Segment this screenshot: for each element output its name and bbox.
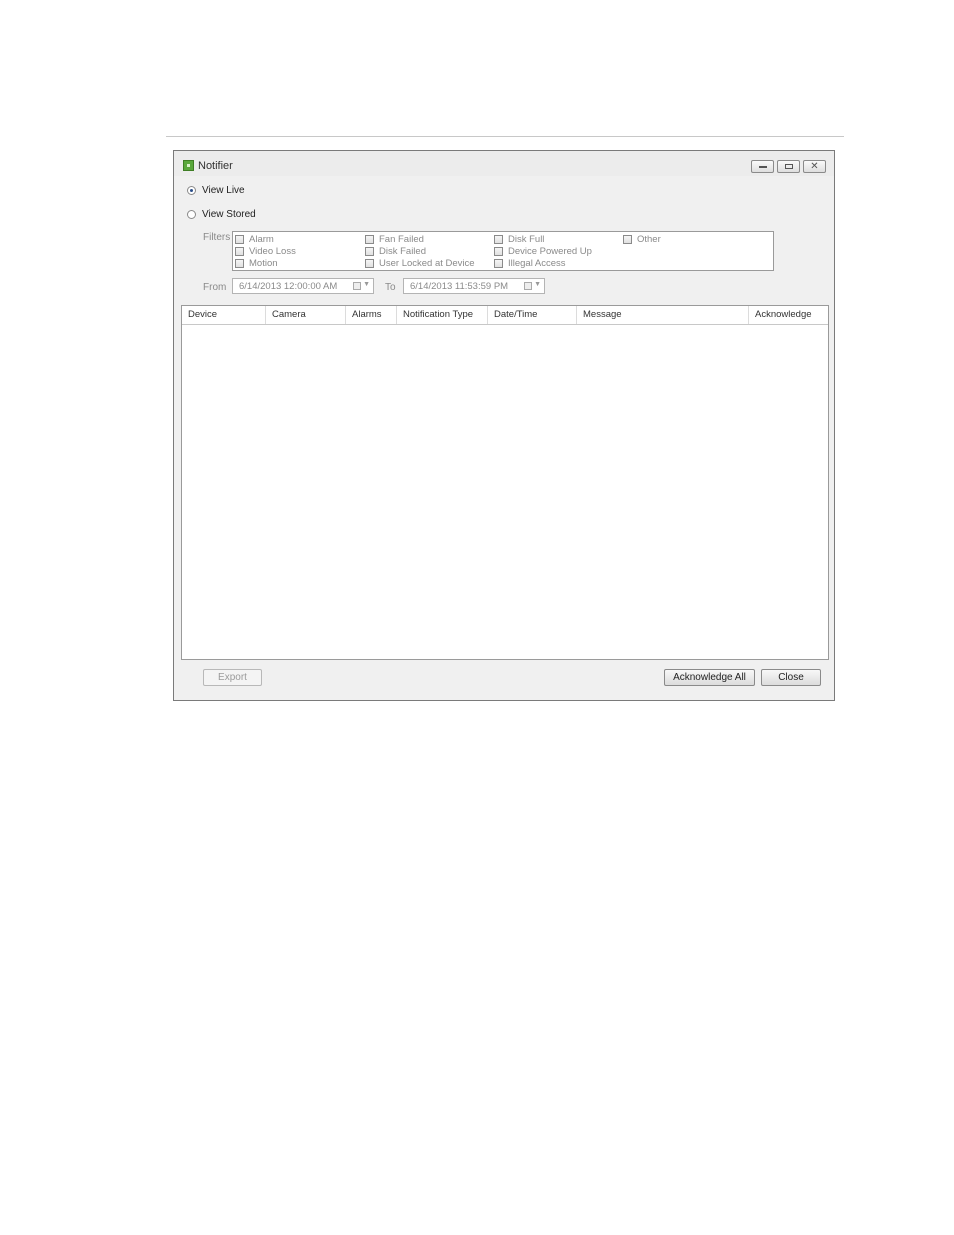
checkbox-box[interactable] — [365, 258, 374, 268]
close-window-button[interactable]: ✕ — [803, 160, 826, 173]
filter-video-loss-checkbox[interactable]: Video Loss — [235, 245, 296, 257]
calendar-icon[interactable] — [524, 282, 532, 290]
filter-label: Disk Full — [508, 233, 545, 245]
filter-label: Other — [637, 233, 661, 245]
filter-disk-failed-checkbox[interactable]: Disk Failed — [365, 245, 426, 257]
filter-label: Disk Failed — [379, 245, 426, 257]
maximize-icon — [785, 164, 793, 169]
radio-indicator[interactable] — [187, 209, 196, 219]
checkbox-box[interactable] — [235, 258, 244, 268]
column-header-message[interactable]: Message — [577, 306, 749, 324]
checkbox-box[interactable] — [235, 234, 244, 244]
filter-label: Video Loss — [249, 245, 296, 257]
filters-label: Filters — [203, 232, 231, 243]
filter-label: Fan Failed — [379, 233, 424, 245]
column-header-alarms[interactable]: Alarms — [346, 306, 397, 324]
filter-user-locked-checkbox[interactable]: User Locked at Device — [365, 257, 475, 269]
from-date-value: 6/14/2013 12:00:00 AM — [239, 281, 338, 292]
column-header-acknowledge[interactable]: Acknowledge — [749, 306, 828, 324]
filter-label: Motion — [249, 257, 278, 269]
filter-other-checkbox[interactable]: Other — [623, 233, 661, 245]
filter-fan-failed-checkbox[interactable]: Fan Failed — [365, 233, 424, 245]
filter-alarm-checkbox[interactable]: Alarm — [235, 233, 274, 245]
to-label: To — [385, 282, 396, 293]
to-date-picker[interactable]: 6/14/2013 11:53:59 PM ▼ — [403, 278, 545, 294]
checkbox-box[interactable] — [494, 258, 503, 268]
notifier-app-icon — [183, 160, 194, 171]
view-stored-radio[interactable]: View Stored — [187, 207, 256, 221]
filters-panel: Alarm Video Loss Motion Fan Failed Disk … — [232, 231, 774, 271]
column-header-camera[interactable]: Camera — [266, 306, 346, 324]
view-stored-label: View Stored — [202, 208, 256, 220]
table-header: Device Camera Alarms Notification Type D… — [182, 306, 828, 325]
chevron-down-icon[interactable]: ▼ — [363, 281, 370, 288]
close-icon: ✕ — [810, 161, 819, 172]
close-button[interactable]: Close — [761, 669, 821, 686]
page-divider — [166, 136, 844, 137]
radio-indicator[interactable] — [187, 185, 196, 195]
title-bar[interactable]: Notifier ✕ — [174, 151, 834, 176]
window-title: Notifier — [198, 160, 233, 172]
filter-label: Illegal Access — [508, 257, 566, 269]
filter-motion-checkbox[interactable]: Motion — [235, 257, 278, 269]
column-header-date-time[interactable]: Date/Time — [488, 306, 577, 324]
minimize-icon — [759, 166, 767, 168]
checkbox-box[interactable] — [494, 234, 503, 244]
filter-illegal-access-checkbox[interactable]: Illegal Access — [494, 257, 566, 269]
checkbox-box[interactable] — [623, 234, 632, 244]
checkbox-box[interactable] — [235, 246, 244, 256]
notifications-table[interactable]: Device Camera Alarms Notification Type D… — [181, 305, 829, 660]
export-button[interactable]: Export — [203, 669, 262, 686]
from-date-picker[interactable]: 6/14/2013 12:00:00 AM ▼ — [232, 278, 374, 294]
calendar-icon[interactable] — [353, 282, 361, 290]
view-live-radio[interactable]: View Live — [187, 183, 245, 197]
view-live-label: View Live — [202, 184, 245, 196]
maximize-button[interactable] — [777, 160, 800, 173]
filter-device-powered-up-checkbox[interactable]: Device Powered Up — [494, 245, 592, 257]
filter-disk-full-checkbox[interactable]: Disk Full — [494, 233, 544, 245]
checkbox-box[interactable] — [365, 246, 374, 256]
from-label: From — [203, 282, 227, 293]
checkbox-box[interactable] — [494, 246, 503, 256]
filter-label: Device Powered Up — [508, 245, 592, 257]
minimize-button[interactable] — [751, 160, 774, 173]
checkbox-box[interactable] — [365, 234, 374, 244]
column-header-notification-type[interactable]: Notification Type — [397, 306, 488, 324]
notifier-window: Notifier ✕ View Live View Stored Filters… — [173, 150, 835, 701]
filter-label: User Locked at Device — [379, 257, 475, 269]
chevron-down-icon[interactable]: ▼ — [534, 281, 541, 288]
column-header-device[interactable]: Device — [182, 306, 266, 324]
filter-label: Alarm — [249, 233, 274, 245]
acknowledge-all-button[interactable]: Acknowledge All — [664, 669, 755, 686]
to-date-value: 6/14/2013 11:53:59 PM — [410, 281, 509, 292]
